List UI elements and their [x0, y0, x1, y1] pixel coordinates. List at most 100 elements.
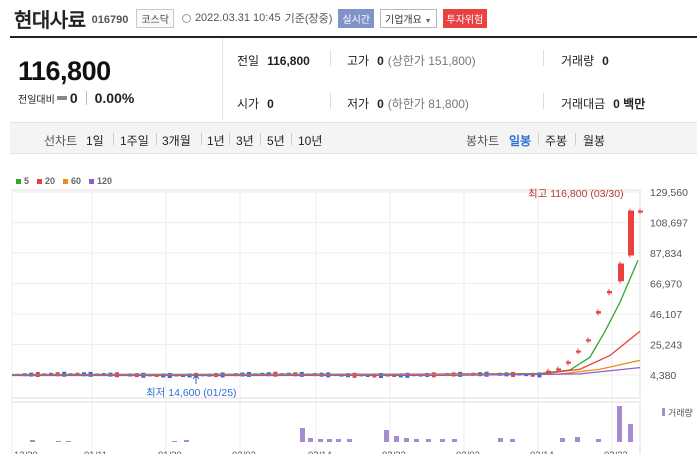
investment-risk-badge: 투자위험	[442, 8, 488, 28]
volume-bar	[300, 428, 305, 442]
x-tick-label: 02/23	[382, 450, 406, 454]
volume-bar	[184, 440, 189, 442]
volume-label: 거래량	[668, 407, 693, 418]
stat-open-value: 0	[267, 96, 274, 111]
stat-open: 시가 0	[237, 95, 274, 112]
stat-divider	[330, 50, 331, 66]
volume-bar	[318, 439, 323, 442]
stat-divider	[543, 50, 544, 66]
period-3m[interactable]: 3개월	[162, 132, 191, 149]
ma20-line	[11, 330, 641, 376]
candle-weekly[interactable]: 주봉	[545, 132, 567, 149]
low-annotation: 최저 14,600 (01/25)	[146, 387, 237, 399]
company-info-label: 기업개요	[385, 14, 422, 26]
candle-divider	[575, 133, 576, 145]
stat-prev: 전일 116,800	[237, 52, 310, 69]
candle-daily[interactable]: 일봉	[509, 132, 531, 149]
stat-low-value: 0	[377, 96, 384, 111]
x-tick-label: 03/23	[604, 450, 628, 454]
volume-bar	[498, 438, 503, 442]
stat-prev-label: 전일	[237, 54, 260, 68]
period-3y[interactable]: 3년	[236, 132, 254, 149]
candle-monthly[interactable]: 월봉	[583, 132, 605, 149]
stat-high-label: 고가	[347, 54, 370, 68]
stat-volume-label: 거래량	[561, 54, 595, 68]
stock-header: 현대사료 016790 코스닥 2022.03.31 10:45 기준(장중) …	[0, 0, 697, 36]
volume-bar	[347, 439, 352, 442]
x-tick-label: 02/03	[232, 450, 256, 454]
y-tick-label: 87,834	[650, 248, 682, 260]
quote-datetime: 2022.03.31 10:45	[194, 12, 281, 24]
stat-volume: 거래량 0	[561, 52, 609, 69]
price-stats-grid: 전일 116,800 고가 0 (상한가 151,800) 거래량 0 시가 0 저가 0(…	[223, 38, 697, 120]
candle	[618, 263, 624, 282]
volume-bar	[628, 424, 633, 442]
realtime-button[interactable]: 실시간	[338, 8, 374, 28]
period-1d[interactable]: 1일	[86, 132, 104, 149]
volume-bar	[414, 439, 419, 442]
stat-high: 고가 0 (상한가 151,800)	[347, 52, 476, 69]
period-10y[interactable]: 10년	[298, 132, 322, 149]
stat-amount: 거래대금 0 백만	[561, 95, 645, 112]
chart-period-bar: 선차트 1일 1주일 3개월 1년 3년 5년 10년 봉차트 일봉 주봉 월봉	[10, 122, 697, 154]
period-1y[interactable]: 1년	[207, 132, 225, 149]
period-divider	[260, 133, 261, 145]
candle	[556, 368, 561, 371]
period-divider	[291, 133, 292, 145]
candle	[638, 210, 643, 213]
market-badge: 코스닥	[136, 8, 174, 28]
period-divider	[113, 133, 114, 145]
x-tick-label: 03/03	[456, 450, 480, 454]
stat-prev-value: 116,800	[267, 53, 310, 68]
stat-low: 저가 0 (하한가 81,800)	[347, 95, 469, 112]
price-panel: 116,800 전일대비 0 0.00%	[10, 38, 223, 120]
stat-high-value: 0	[377, 53, 384, 68]
x-tick-label: 12/20	[14, 450, 38, 454]
price-chart[interactable]: 129,560 108,697 87,834 66,970 46,107 25,243 4,…	[0, 168, 697, 454]
volume-bar	[440, 439, 445, 442]
change-percent: 0.00%	[94, 90, 135, 106]
change-value: 0	[69, 90, 78, 106]
volume-legend-swatch	[662, 408, 665, 416]
volume-bar	[426, 439, 431, 442]
stat-low-label: 저가	[347, 97, 370, 111]
volume-bar	[617, 406, 622, 442]
volume-bar	[56, 441, 61, 442]
volume-bar	[575, 437, 580, 442]
candle	[566, 361, 571, 364]
volume-bar	[30, 440, 35, 442]
volume-bar	[394, 436, 399, 442]
period-1w[interactable]: 1주일	[120, 132, 149, 149]
period-divider	[229, 133, 230, 145]
volume-bar	[384, 430, 389, 442]
change-divider	[85, 91, 87, 105]
y-tick-label: 129,560	[650, 187, 688, 199]
y-tick-label: 66,970	[650, 279, 682, 291]
volume-bar	[336, 439, 341, 442]
stock-name: 현대사료	[14, 9, 86, 32]
y-tick-label: 46,107	[650, 309, 682, 321]
y-tick-label: 108,697	[650, 218, 688, 230]
period-5y[interactable]: 5년	[267, 132, 285, 149]
price-pane-frame	[11, 189, 641, 399]
candle	[596, 311, 601, 314]
high-annotation: 최고 116,800 (03/30)	[528, 188, 624, 200]
chevron-down-icon: ▼	[424, 17, 432, 25]
stat-divider	[330, 93, 331, 109]
y-tick-label: 4,380	[650, 370, 676, 382]
x-tick-label: 03/14	[530, 450, 554, 454]
y-tick-label: 25,243	[650, 340, 682, 352]
stat-open-label: 시가	[237, 97, 260, 111]
current-price: 116,800	[18, 56, 111, 86]
stat-amount-value: 0 백만	[613, 97, 646, 111]
x-tick-label: 02/14	[308, 450, 332, 454]
company-info-dropdown[interactable]: 기업개요 ▼	[380, 8, 437, 28]
period-divider	[156, 133, 157, 145]
price-change: 전일대비 0 0.00%	[18, 90, 134, 106]
candle	[576, 350, 581, 353]
volume-bar	[327, 439, 332, 442]
volume-bar	[560, 438, 565, 442]
flat-icon	[56, 96, 67, 100]
stat-divider	[543, 93, 544, 109]
stat-lower-limit: (하한가 81,800)	[387, 97, 469, 111]
